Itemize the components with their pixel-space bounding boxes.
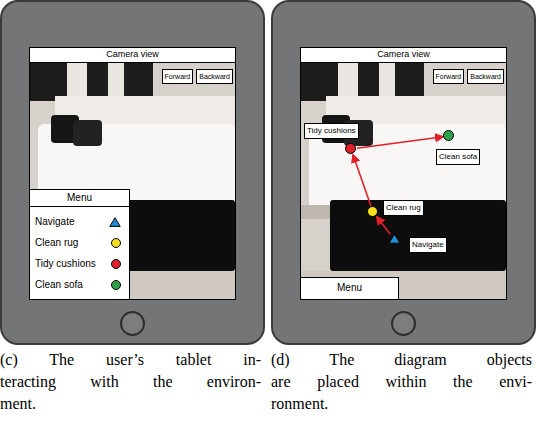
menu-item[interactable]: Clean rug [30, 232, 129, 253]
diagram-label: Navigate [409, 237, 447, 253]
camera-button[interactable]: Backward [467, 69, 504, 84]
dot-marker-icon [443, 130, 454, 141]
dot-marker-icon [345, 143, 356, 154]
camera-photo [301, 63, 506, 299]
camera-buttons: ForwardBackward [433, 69, 504, 84]
home-button-icon[interactable] [120, 311, 145, 336]
caption: (c) The user’s tablet in-teracting with … [0, 349, 265, 415]
menu-header[interactable]: Menu [30, 190, 129, 207]
diagram-label: Clean sofa [436, 149, 480, 165]
caption-line: ronment. [271, 393, 532, 415]
tablet-screen: Camera viewForwardBackwardMenuNavigateCl… [29, 47, 236, 300]
figure-panel: Camera view ForwardBackward Navigate Clean … [271, 0, 536, 434]
caption-line: (c) The user’s tablet in- [0, 349, 261, 371]
home-button-icon[interactable] [391, 311, 416, 336]
menu-panel: Menu NavigateClean rugTidy cushionsClean … [30, 189, 130, 299]
dot-marker-icon [367, 206, 378, 217]
dot-marker-icon [111, 280, 121, 290]
diagram-label: Clean rug [383, 200, 424, 216]
triangle-marker-icon [388, 233, 401, 244]
diagram-edges-icon [301, 63, 506, 299]
triangle-marker-icon [109, 217, 121, 227]
menu-item[interactable]: Navigate [30, 211, 129, 232]
menu-bar[interactable]: Menu [301, 277, 399, 299]
diagram-node[interactable] [345, 143, 356, 154]
camera-view-title: Camera view [30, 48, 235, 63]
diagram-node[interactable] [443, 130, 454, 141]
diagram-label: Tidy cushions [304, 123, 359, 139]
tablet: Camera viewForwardBackwardMenuNavigateCl… [0, 0, 265, 345]
menu-item[interactable]: Tidy cushions [30, 253, 129, 274]
tablet-screen: Camera view ForwardBackward Navigate Clean … [300, 47, 507, 300]
camera-button[interactable]: Forward [433, 69, 465, 84]
diagram-node[interactable] [388, 233, 401, 244]
caption: (d) The diagram objectsare placed within… [271, 349, 536, 415]
dot-marker-icon [111, 238, 121, 248]
caption-line: teracting with the environ- [0, 371, 261, 393]
diagram-node[interactable] [367, 206, 378, 217]
caption-line: (d) The diagram objects [271, 349, 532, 371]
camera-view: ForwardBackward Navigate Clean rug Tidy cus… [301, 63, 506, 299]
menu-item[interactable]: Clean sofa [30, 274, 129, 295]
caption-line: are placed within the envi- [271, 371, 532, 393]
camera-button[interactable]: Forward [162, 69, 194, 84]
figure-panel: Camera viewForwardBackwardMenuNavigateCl… [0, 0, 265, 434]
camera-button[interactable]: Backward [196, 69, 233, 84]
caption-line: ment. [0, 393, 261, 415]
camera-view: ForwardBackward Menu NavigateClean rugTidy… [30, 63, 235, 299]
diagram: Navigate Clean rug Tidy cushions Clean sofa [301, 63, 506, 299]
dot-marker-icon [111, 259, 121, 269]
figure: Camera viewForwardBackwardMenuNavigateCl… [0, 0, 536, 434]
tablet: Camera view ForwardBackward Navigate Clean … [271, 0, 536, 345]
camera-view-title: Camera view [301, 48, 506, 63]
camera-buttons: ForwardBackward [162, 69, 233, 84]
